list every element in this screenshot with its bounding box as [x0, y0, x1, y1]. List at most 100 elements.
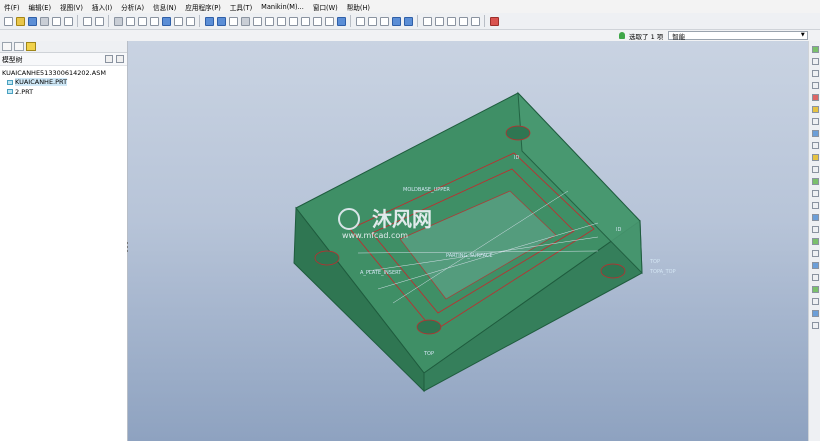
- tree-item-label: 2.PRT: [15, 87, 34, 96]
- tree-item-part-2[interactable]: 2.PRT: [2, 87, 127, 97]
- blend-icon[interactable]: [811, 142, 819, 149]
- reorient-icon[interactable]: [300, 16, 310, 26]
- new-file-icon[interactable]: [3, 16, 13, 26]
- datum-axes-icon[interactable]: [434, 16, 444, 26]
- open-file-icon[interactable]: [15, 16, 25, 26]
- context-help-icon[interactable]: [489, 16, 499, 26]
- sketch-icon[interactable]: [811, 46, 819, 53]
- guide-pin-hole: [505, 125, 531, 141]
- point-icon[interactable]: [811, 82, 819, 89]
- zoom-in-icon[interactable]: [264, 16, 274, 26]
- view-manager-icon[interactable]: [336, 16, 346, 26]
- menu-view[interactable]: 视图(V): [56, 2, 88, 12]
- menu-applications[interactable]: 应用程序(P): [181, 2, 226, 12]
- selection-filter[interactable]: 智能 ▼: [668, 31, 809, 41]
- pattern-icon[interactable]: [811, 238, 819, 245]
- tree-item-assembly[interactable]: KUAICANHE513300614202.ASM: [2, 68, 127, 78]
- shaded-icon[interactable]: [391, 16, 401, 26]
- email-attach-icon[interactable]: [63, 16, 73, 26]
- guide-pin-hole: [314, 250, 340, 266]
- settings-icon[interactable]: [105, 55, 113, 63]
- menu-help[interactable]: 帮助(H): [343, 2, 375, 12]
- graphics-window[interactable]: MOLDBASE_UPPER PARTING_SURFACE A_PLATE_I…: [128, 41, 808, 441]
- redo-icon[interactable]: [94, 16, 104, 26]
- cut-icon[interactable]: [113, 16, 123, 26]
- chamfer-icon[interactable]: [811, 214, 819, 221]
- model-label: ID: [616, 227, 621, 233]
- email-icon[interactable]: [51, 16, 61, 26]
- model-tree-panel: 模型树 KUAICANHE513300614202.ASM KUAICANHE.…: [0, 41, 128, 441]
- select-box-icon[interactable]: [185, 16, 195, 26]
- rib-icon[interactable]: [811, 178, 819, 185]
- part-icon: [7, 79, 13, 85]
- orient-icon[interactable]: [252, 16, 262, 26]
- print-icon[interactable]: [39, 16, 49, 26]
- wireframe-icon[interactable]: [355, 16, 365, 26]
- model-label: A_PLATE_INSERT: [360, 270, 402, 276]
- paste-icon[interactable]: [137, 16, 147, 26]
- watermark-url: www.mfcad.com: [342, 231, 408, 240]
- datum-points-icon[interactable]: [446, 16, 456, 26]
- draft-icon[interactable]: [811, 190, 819, 197]
- menu-edit[interactable]: 编辑(E): [25, 2, 57, 12]
- menu-manikin[interactable]: Manikin(M)...: [257, 3, 309, 11]
- menu-tools[interactable]: 工具(T): [226, 2, 257, 12]
- copy-icon[interactable]: [125, 16, 135, 26]
- extrude-icon[interactable]: [811, 106, 819, 113]
- shading-icon[interactable]: [240, 16, 250, 26]
- tree-item-part-1[interactable]: KUAICANHE.PRT: [2, 78, 127, 88]
- chevron-down-icon[interactable]: ▼: [798, 32, 807, 39]
- plane-icon[interactable]: [811, 58, 819, 65]
- no-hidden-icon[interactable]: [379, 16, 389, 26]
- tab-favorites[interactable]: [26, 42, 36, 51]
- separator: [199, 15, 200, 27]
- menu-file[interactable]: 件(F): [0, 2, 25, 12]
- axis-icon[interactable]: [811, 70, 819, 77]
- menu-window[interactable]: 窗口(W): [309, 2, 343, 12]
- tab-folder-browser[interactable]: [14, 42, 24, 51]
- close-window-icon[interactable]: [216, 16, 226, 26]
- solidify-icon[interactable]: [811, 298, 819, 305]
- window-icon[interactable]: [204, 16, 214, 26]
- regenerate-icon[interactable]: [161, 16, 171, 26]
- enhanced-realism-icon[interactable]: [403, 16, 413, 26]
- menu-analysis[interactable]: 分析(A): [117, 2, 149, 12]
- show-icon[interactable]: [116, 55, 124, 63]
- coordinate-systems-icon[interactable]: [458, 16, 468, 26]
- merge-icon[interactable]: [811, 250, 819, 257]
- undo-icon[interactable]: [82, 16, 92, 26]
- trim-icon[interactable]: [811, 262, 819, 269]
- menu-insert[interactable]: 插入(I): [88, 2, 117, 12]
- datum-planes-icon[interactable]: [422, 16, 432, 26]
- saved-views-icon[interactable]: [312, 16, 322, 26]
- sweep-icon[interactable]: [811, 130, 819, 137]
- layers-icon[interactable]: [324, 16, 334, 26]
- thicken-icon[interactable]: [811, 286, 819, 293]
- guide-pin-hole: [416, 319, 442, 335]
- zoom-out-icon[interactable]: [276, 16, 286, 26]
- navigator-tabs: [0, 41, 127, 53]
- round-icon[interactable]: [811, 202, 819, 209]
- style-icon[interactable]: [811, 310, 819, 317]
- component-icon[interactable]: [811, 322, 819, 329]
- tab-model-tree[interactable]: [2, 42, 12, 51]
- shell-icon[interactable]: [811, 166, 819, 173]
- save-icon[interactable]: [27, 16, 37, 26]
- annotations-icon[interactable]: [470, 16, 480, 26]
- csys-icon[interactable]: [811, 94, 819, 101]
- right-toolbar: [808, 41, 820, 441]
- zoom-fit-icon[interactable]: [288, 16, 298, 26]
- revolve-icon[interactable]: [811, 118, 819, 125]
- selection-status: 选取了 1 项: [629, 32, 664, 41]
- offset-icon[interactable]: [811, 274, 819, 281]
- separator: [77, 15, 78, 27]
- hidden-line-icon[interactable]: [367, 16, 377, 26]
- mirror-icon[interactable]: [811, 226, 819, 233]
- find-icon[interactable]: [173, 16, 183, 26]
- hole-icon[interactable]: [811, 154, 819, 161]
- paste-special-icon[interactable]: [149, 16, 159, 26]
- refit-icon[interactable]: [228, 16, 238, 26]
- model-tree: KUAICANHE513300614202.ASM KUAICANHE.PRT …: [0, 66, 127, 97]
- menu-info[interactable]: 信息(N): [149, 2, 181, 12]
- guide-pin-hole: [600, 263, 626, 279]
